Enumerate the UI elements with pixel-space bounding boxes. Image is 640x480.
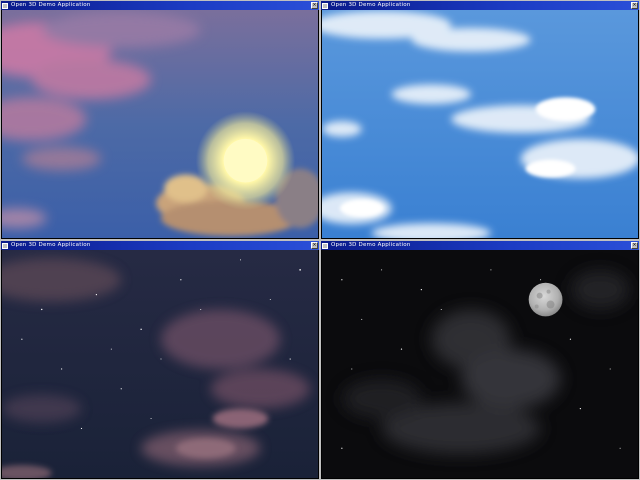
moon-icon — [528, 282, 563, 317]
night-sky-scene — [322, 250, 638, 478]
titlebar[interactable]: Open 3D Demo Application × — [321, 1, 639, 10]
window-app-icon[interactable] — [322, 2, 328, 9]
scene-viewport[interactable] — [2, 10, 318, 238]
titlebar[interactable]: Open 3D Demo Application × — [1, 1, 319, 10]
close-icon[interactable]: × — [311, 242, 318, 249]
window-app-icon[interactable] — [322, 242, 328, 249]
title-buttons: × — [311, 242, 318, 249]
window-daysky[interactable]: Open 3D Demo Application × — [320, 0, 640, 240]
title-buttons: × — [631, 242, 638, 249]
scene-viewport[interactable] — [2, 250, 318, 478]
scene-viewport[interactable] — [322, 250, 638, 478]
day-sky-scene — [322, 10, 638, 238]
window-title: Open 3D Demo Application — [331, 2, 411, 8]
close-icon[interactable]: × — [631, 2, 638, 9]
window-dusksky[interactable]: Open 3D Demo Application × — [0, 240, 320, 480]
titlebar[interactable]: Open 3D Demo Application × — [321, 241, 639, 250]
close-icon[interactable]: × — [631, 242, 638, 249]
window-nightsky[interactable]: Open 3D Demo Application × — [320, 240, 640, 480]
window-title: Open 3D Demo Application — [11, 2, 91, 8]
desktop: Open 3D Demo Application × Open 3D Demo … — [0, 0, 640, 480]
window-title: Open 3D Demo Application — [11, 242, 91, 248]
window-app-icon[interactable] — [2, 2, 8, 9]
sunset-sky-scene — [2, 10, 318, 238]
close-icon[interactable]: × — [311, 2, 318, 9]
title-buttons: × — [311, 2, 318, 9]
title-buttons: × — [631, 2, 638, 9]
window-title: Open 3D Demo Application — [331, 242, 411, 248]
titlebar[interactable]: Open 3D Demo Application × — [1, 241, 319, 250]
dusk-sky-scene — [2, 250, 318, 478]
window-app-icon[interactable] — [2, 242, 8, 249]
window-sunset[interactable]: Open 3D Demo Application × — [0, 0, 320, 240]
scene-viewport[interactable] — [322, 10, 638, 238]
